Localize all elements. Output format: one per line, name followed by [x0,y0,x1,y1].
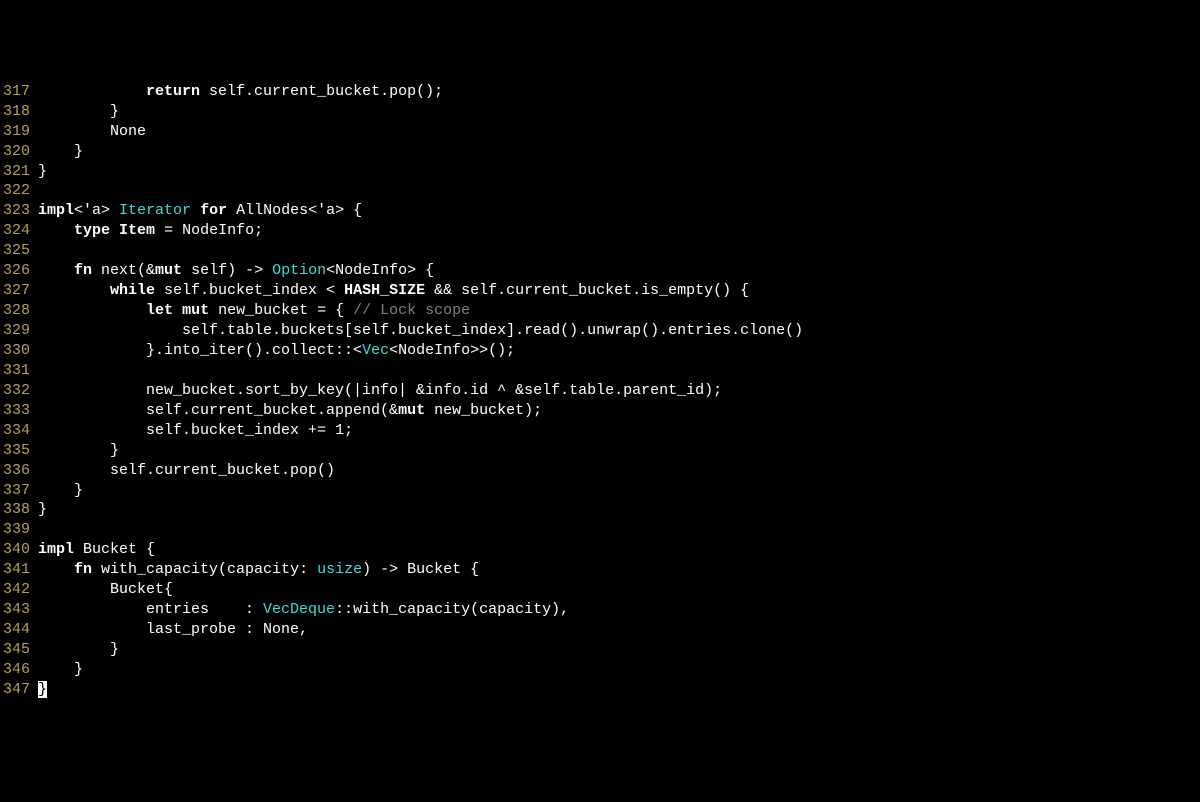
code-content[interactable]: self.table.buckets[self.bucket_index].re… [38,321,1200,341]
line-number: 324 [0,221,38,241]
code-content[interactable] [38,361,1200,381]
code-line[interactable]: 323impl<'a> Iterator for AllNodes<'a> { [0,201,1200,221]
code-content[interactable]: return self.current_bucket.pop(); [38,82,1200,102]
code-line[interactable]: 320 } [0,142,1200,162]
code-content[interactable]: fn next(&mut self) -> Option<NodeInfo> { [38,261,1200,281]
line-number: 330 [0,341,38,361]
code-line[interactable]: 327 while self.bucket_index < HASH_SIZE … [0,281,1200,301]
code-line[interactable]: 329 self.table.buckets[self.bucket_index… [0,321,1200,341]
code-line[interactable]: 341 fn with_capacity(capacity: usize) ->… [0,560,1200,580]
line-number: 326 [0,261,38,281]
code-content[interactable]: } [38,500,1200,520]
line-number: 339 [0,520,38,540]
line-number: 334 [0,421,38,441]
code-content[interactable]: } [38,680,1200,700]
line-number: 338 [0,500,38,520]
code-line[interactable]: 340impl Bucket { [0,540,1200,560]
line-number: 317 [0,82,38,102]
code-line[interactable]: 343 entries : VecDeque::with_capacity(ca… [0,600,1200,620]
code-content[interactable]: impl<'a> Iterator for AllNodes<'a> { [38,201,1200,221]
code-line[interactable]: 328 let mut new_bucket = { // Lock scope [0,301,1200,321]
line-number: 318 [0,102,38,122]
line-number: 340 [0,540,38,560]
code-content[interactable]: } [38,481,1200,501]
code-content[interactable]: Bucket{ [38,580,1200,600]
code-content[interactable]: } [38,660,1200,680]
code-content[interactable]: last_probe : None, [38,620,1200,640]
code-line[interactable]: 346 } [0,660,1200,680]
code-content[interactable]: self.current_bucket.pop() [38,461,1200,481]
code-content[interactable]: self.bucket_index += 1; [38,421,1200,441]
code-line[interactable]: 326 fn next(&mut self) -> Option<NodeInf… [0,261,1200,281]
code-content[interactable]: } [38,102,1200,122]
line-number: 322 [0,181,38,201]
line-number: 347 [0,680,38,700]
code-line[interactable]: 344 last_probe : None, [0,620,1200,640]
code-content[interactable] [38,181,1200,201]
code-content[interactable]: } [38,162,1200,182]
code-line[interactable]: 322 [0,181,1200,201]
code-line[interactable]: 318 } [0,102,1200,122]
line-number: 343 [0,600,38,620]
code-content[interactable]: } [38,441,1200,461]
code-line[interactable]: 331 [0,361,1200,381]
code-content[interactable]: } [38,640,1200,660]
line-number: 329 [0,321,38,341]
code-content[interactable]: } [38,142,1200,162]
line-number: 342 [0,580,38,600]
code-content[interactable]: impl Bucket { [38,540,1200,560]
line-number: 346 [0,660,38,680]
line-number: 320 [0,142,38,162]
line-number: 335 [0,441,38,461]
line-number: 323 [0,201,38,221]
code-content[interactable]: let mut new_bucket = { // Lock scope [38,301,1200,321]
line-number: 332 [0,381,38,401]
line-number: 327 [0,281,38,301]
line-number: 336 [0,461,38,481]
code-line[interactable]: 338} [0,500,1200,520]
line-number: 344 [0,620,38,640]
line-number: 321 [0,162,38,182]
code-line[interactable]: 347} [0,680,1200,700]
code-line[interactable]: 334 self.bucket_index += 1; [0,421,1200,441]
code-line[interactable]: 336 self.current_bucket.pop() [0,461,1200,481]
line-number: 331 [0,361,38,381]
code-content[interactable] [38,241,1200,261]
code-content[interactable]: new_bucket.sort_by_key(|info| &info.id ^… [38,381,1200,401]
line-number: 337 [0,481,38,501]
code-content[interactable]: type Item = NodeInfo; [38,221,1200,241]
code-content[interactable]: self.current_bucket.append(&mut new_buck… [38,401,1200,421]
code-line[interactable]: 333 self.current_bucket.append(&mut new_… [0,401,1200,421]
line-number: 325 [0,241,38,261]
code-content[interactable]: fn with_capacity(capacity: usize) -> Buc… [38,560,1200,580]
code-line[interactable]: 317 return self.current_bucket.pop(); [0,82,1200,102]
code-line[interactable]: 345 } [0,640,1200,660]
line-number: 333 [0,401,38,421]
code-line[interactable]: 325 [0,241,1200,261]
line-number: 345 [0,640,38,660]
code-editor[interactable]: 317 return self.current_bucket.pop();318… [0,82,1200,700]
code-content[interactable]: None [38,122,1200,142]
code-line[interactable]: 332 new_bucket.sort_by_key(|info| &info.… [0,381,1200,401]
code-content[interactable] [38,520,1200,540]
code-line[interactable]: 335 } [0,441,1200,461]
code-content[interactable]: }.into_iter().collect::<Vec<NodeInfo>>()… [38,341,1200,361]
line-number: 328 [0,301,38,321]
code-line[interactable]: 321} [0,162,1200,182]
code-content[interactable]: while self.bucket_index < HASH_SIZE && s… [38,281,1200,301]
line-number: 319 [0,122,38,142]
code-line[interactable]: 337 } [0,481,1200,501]
code-line[interactable]: 342 Bucket{ [0,580,1200,600]
code-line[interactable]: 324 type Item = NodeInfo; [0,221,1200,241]
code-line[interactable]: 330 }.into_iter().collect::<Vec<NodeInfo… [0,341,1200,361]
code-line[interactable]: 339 [0,520,1200,540]
code-content[interactable]: entries : VecDeque::with_capacity(capaci… [38,600,1200,620]
line-number: 341 [0,560,38,580]
code-line[interactable]: 319 None [0,122,1200,142]
